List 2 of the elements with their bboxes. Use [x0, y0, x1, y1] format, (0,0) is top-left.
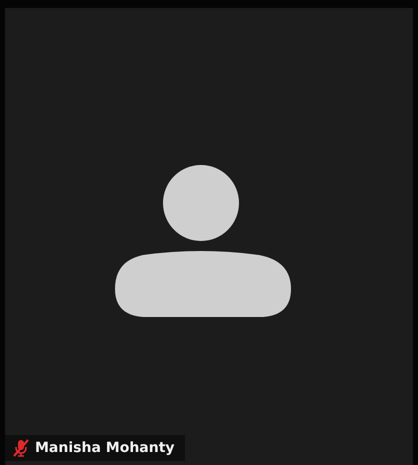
participant-name: Manisha Mohanty	[35, 440, 175, 456]
person-icon	[113, 164, 293, 318]
